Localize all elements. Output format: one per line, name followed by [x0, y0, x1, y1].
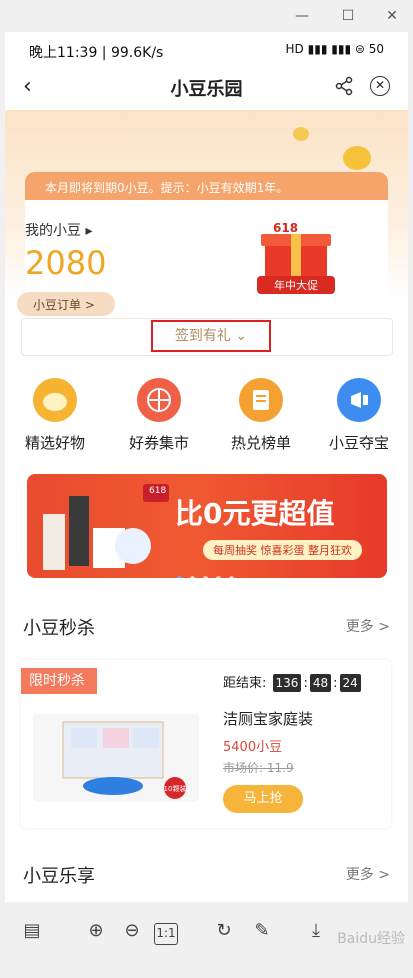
edit-icon[interactable]: ✎	[248, 920, 276, 948]
pager-dot[interactable]	[229, 576, 234, 578]
maximize-button[interactable]: ☐	[338, 6, 358, 26]
countdown-seconds: 24	[339, 674, 361, 692]
share-icon[interactable]	[334, 76, 354, 100]
actual-size-icon[interactable]: 1:1	[154, 923, 178, 945]
product-name: 洁厕宝家庭装	[223, 710, 314, 728]
shortcut-coupon-market[interactable]: 好券集市	[111, 378, 207, 453]
my-beans-value: 2080	[25, 244, 107, 282]
pager-dot[interactable]	[177, 576, 182, 578]
viewer-window: — ☐ ✕ 晚上11:39 | 99.6K/s HD ▮▮▮ ▮▮▮ ⊜ 50 …	[0, 0, 413, 978]
signin-gift-button[interactable]: 签到有礼 ⌄	[151, 320, 271, 352]
product-market-price: 市场价: 11.9	[223, 761, 294, 775]
shortcut-bean-treasure[interactable]: 小豆夺宝	[311, 378, 407, 453]
flash-sale-tag: 限时秒杀	[21, 668, 97, 694]
window-title-bar: — ☐ ✕	[0, 0, 413, 32]
pager-dot[interactable]	[190, 576, 195, 578]
promo-top-text: 618	[273, 221, 298, 235]
pack-badge-text: 10颗装	[164, 784, 187, 793]
enjoy-more-link[interactable]: 更多 >	[346, 864, 390, 884]
download-icon[interactable]: ⤓	[302, 920, 330, 948]
shortcut-label: 小豆夺宝	[328, 434, 389, 452]
shortcut-featured-goods[interactable]: 精选好物	[7, 378, 103, 453]
minimize-button[interactable]: —	[292, 6, 312, 26]
expiry-notice: 本月即将到期0小豆。提示：小豆有效期1年。	[25, 172, 388, 200]
promo-618-graphic[interactable]: 年中大促 618	[251, 220, 341, 298]
layout-icon[interactable]: ▤	[18, 920, 46, 948]
banner-title: 比0元更超值	[175, 497, 335, 530]
zoom-out-icon[interactable]: ⊖	[118, 920, 146, 948]
nav-bar: ‹ 小豆乐园 ✕	[5, 70, 408, 106]
countdown-hours: 136	[272, 674, 302, 692]
status-icons: HD ▮▮▮ ▮▮▮ ⊜ 50	[285, 42, 384, 56]
banner-pager[interactable]	[177, 566, 242, 578]
shortcut-label: 好券集市	[128, 434, 189, 452]
countdown-minutes: 48	[309, 674, 332, 692]
shortcut-grid: 精选好物 好券集市 热兑榜单 小豆夺宝	[5, 378, 408, 468]
shortcut-hot-ranking[interactable]: 热兑榜单	[213, 378, 309, 453]
status-time: 晚上11:39 | 99.6K/s	[29, 45, 164, 61]
my-beans-label[interactable]: 我的小豆 ▸	[25, 220, 92, 240]
phone-screen: 晚上11:39 | 99.6K/s HD ▮▮▮ ▮▮▮ ⊜ 50 ‹ 小豆乐园…	[5, 32, 408, 902]
watermark-logo: Baidu经验	[337, 931, 405, 947]
my-beans-text: 我的小豆	[25, 223, 81, 239]
coupon-market-icon	[137, 378, 181, 422]
zoom-in-icon[interactable]: ⊕	[82, 920, 110, 948]
featured-goods-icon	[33, 378, 77, 422]
countdown: 距结束: 136:48:24	[223, 672, 363, 692]
banner-badge: 618	[149, 486, 167, 496]
viewer-toolbar: ▤ ⊕ ⊖ 1:1 ↻ ✎ ⤓ Baidu经验	[0, 902, 413, 978]
bean-orders-button[interactable]: 小豆订单 >	[17, 292, 115, 316]
pager-dot[interactable]	[203, 576, 208, 578]
hot-ranking-icon	[239, 378, 283, 422]
close-icon[interactable]: ✕	[370, 76, 390, 96]
buy-now-button[interactable]: 马上抢	[223, 785, 303, 813]
flash-sale-more-link[interactable]: 更多 >	[346, 616, 390, 636]
promo-bottom-text: 年中大促	[274, 278, 318, 292]
promo-banner[interactable]: 618 比0元更超值 每周抽奖 惊喜彩蛋 整月狂欢	[27, 474, 387, 578]
countdown-label: 距结束:	[223, 676, 267, 691]
pager-dot[interactable]	[216, 576, 221, 578]
flash-sale-title: 小豆秒杀	[23, 618, 95, 639]
bean-treasure-icon	[337, 378, 381, 422]
shortcut-label: 热兑榜单	[230, 434, 291, 452]
rotate-icon[interactable]: ↻	[210, 920, 238, 948]
status-bar: 晚上11:39 | 99.6K/s HD ▮▮▮ ▮▮▮ ⊜ 50	[5, 32, 408, 70]
close-window-button[interactable]: ✕	[382, 6, 402, 26]
banner-subtitle: 每周抽奖 惊喜彩蛋 整月狂欢	[203, 540, 362, 560]
product-price: 5400小豆	[223, 740, 283, 755]
shortcut-label: 精选好物	[24, 434, 85, 452]
product-image[interactable]: 10颗装	[33, 714, 199, 802]
enjoy-title: 小豆乐享	[23, 866, 95, 887]
